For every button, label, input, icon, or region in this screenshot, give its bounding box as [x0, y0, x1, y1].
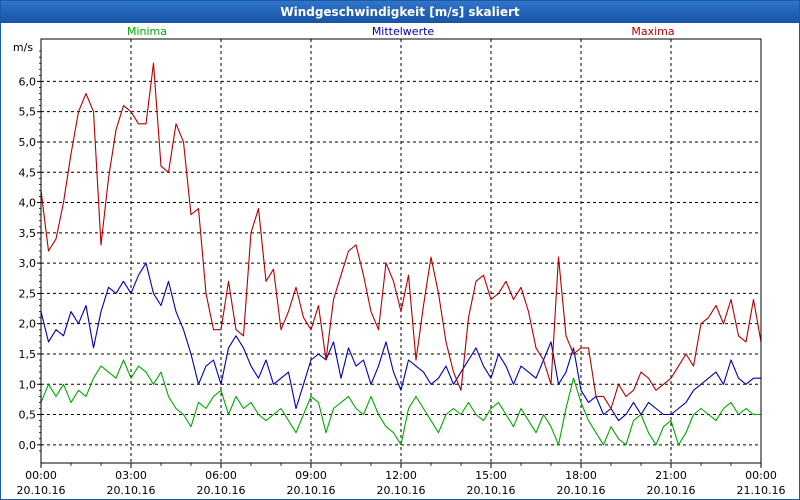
y-axis-label: m/s: [13, 41, 33, 54]
y-tick-label: 4,0: [19, 197, 37, 210]
y-tick-label: 2,0: [19, 318, 37, 331]
x-tick-date: 20.10.16: [377, 484, 426, 497]
series-line-maxima: [40, 62, 762, 410]
x-tick-time: 00:00: [745, 469, 777, 482]
x-tick-date: 20.10.16: [647, 484, 696, 497]
y-tick-label: 1,5: [19, 348, 37, 361]
x-tick-time: 03:00: [115, 469, 147, 482]
x-tick-time: 18:00: [565, 469, 597, 482]
x-tick-date: 20.10.16: [287, 484, 336, 497]
legend-entry-minima: Minima: [127, 25, 167, 38]
y-tick-label: 3,5: [19, 227, 37, 240]
x-tick-time: 21:00: [655, 469, 687, 482]
y-tick-label: 2,5: [19, 287, 37, 300]
legend-entry-maxima: Maxima: [631, 25, 674, 38]
legend-entry-mittelwerte: Mittelwerte: [372, 25, 435, 38]
x-tick-date: 20.10.16: [17, 484, 66, 497]
x-tick-time: 00:00: [25, 469, 57, 482]
y-tick-label: 0,5: [19, 409, 37, 422]
x-tick-date: 21.10.16: [737, 484, 786, 497]
axes: [37, 38, 762, 468]
x-tick-time: 09:00: [295, 469, 327, 482]
y-tick-label: 3,0: [19, 257, 37, 270]
x-tick-date: 20.10.16: [467, 484, 516, 497]
legend: Minima Mittelwerte Maxima: [127, 25, 675, 38]
window-title: Windgeschwindigkeit [m/s] skaliert: [1, 1, 799, 23]
series-line-minima: [40, 359, 761, 446]
y-tick-label: 1,0: [19, 378, 37, 391]
y-tick-label: 0,0: [19, 439, 37, 452]
chart-window: Windgeschwindigkeit [m/s] skaliert 0,0 0,…: [0, 0, 800, 500]
line-chart: 0,0 0,5 1,0 1,5 2,0 2,5 3,0 3,5 4,0 4,5 5,0 5,5 6,0 0…: [13, 25, 786, 497]
y-tick-label: 4,5: [19, 166, 37, 179]
x-tick-date: 20.10.16: [197, 484, 246, 497]
x-tick-time: 12:00: [385, 469, 417, 482]
y-tick-label: 6,0: [19, 75, 37, 88]
x-tick-date: 20.10.16: [107, 484, 156, 497]
x-tick-date: 20.10.16: [557, 484, 606, 497]
x-tick-time: 06:00: [205, 469, 237, 482]
x-tick-time: 15:00: [475, 469, 507, 482]
y-tick-label: 5,0: [19, 136, 37, 149]
y-tick-label: 5,5: [19, 106, 37, 119]
